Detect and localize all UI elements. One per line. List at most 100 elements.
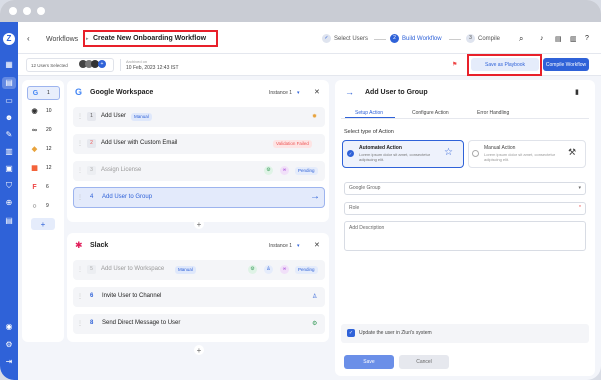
arrow-right-icon[interactable]: → xyxy=(310,191,320,202)
zluri-logo[interactable]: Z xyxy=(3,33,15,45)
report-icon[interactable]: ▤ xyxy=(4,216,14,226)
app-icon: ◉ xyxy=(31,108,38,115)
document-icon[interactable]: ▥ xyxy=(570,35,577,43)
google-icon: G xyxy=(32,90,39,97)
profile-icon[interactable]: ◉ xyxy=(4,322,14,332)
script-icon: ⚙ xyxy=(248,265,257,274)
step-divider xyxy=(374,39,386,40)
bell-icon[interactable]: ♪ xyxy=(540,35,544,42)
chevron-down-icon[interactable]: ▾ xyxy=(297,243,300,249)
window-maximize-dot[interactable] xyxy=(37,7,45,15)
close-icon[interactable]: ✕ xyxy=(314,88,320,96)
update-user-checkbox[interactable]: ✓ xyxy=(347,329,355,337)
add-app-button[interactable]: + xyxy=(31,218,55,230)
drag-handle-icon[interactable]: ⋮ xyxy=(77,266,83,273)
google-group-placeholder: Google Group xyxy=(349,185,381,191)
search-icon[interactable]: ⌕ xyxy=(519,34,523,44)
app-action-count: 9 xyxy=(46,203,49,209)
tab-setup-action[interactable]: Setup Action xyxy=(355,110,383,116)
drag-handle-icon[interactable]: ⋮ xyxy=(77,293,83,300)
step-1-label[interactable]: Select Users xyxy=(334,36,368,42)
step-2-marker: 2 xyxy=(390,34,399,43)
add-action-button[interactable]: + xyxy=(194,219,204,229)
hammer-icon: ⚒ xyxy=(568,147,577,157)
window-close-dot[interactable] xyxy=(9,7,17,15)
close-icon[interactable]: ✕ xyxy=(314,241,320,249)
sparkle-icon: ☆ xyxy=(444,147,453,158)
drag-handle-icon[interactable]: ⋮ xyxy=(77,113,83,120)
app-item-4[interactable]: ◆ 12 xyxy=(27,143,60,157)
monitor-icon[interactable]: ▭ xyxy=(4,96,14,106)
card-title: Google Workspace xyxy=(90,89,154,96)
trash-icon[interactable]: ▮ xyxy=(575,88,579,96)
add-action-button[interactable]: + xyxy=(194,345,204,355)
compile-workflow-button[interactable]: Compile Workflow xyxy=(543,58,589,71)
radio-unchecked-icon xyxy=(472,150,479,157)
action-label: Invite User to Channel xyxy=(102,293,162,299)
manual-action-desc: Lorem ipsum dolor sit amet, consectetur … xyxy=(484,152,556,162)
shield-icon[interactable]: ⛉ xyxy=(4,181,14,191)
warning-icon: ✹ xyxy=(312,114,318,120)
users-icon[interactable]: ☻ xyxy=(4,113,14,123)
workflows-icon[interactable]: ▤ xyxy=(4,78,14,88)
app-item-7[interactable]: ○ 9 xyxy=(27,200,60,214)
archived-label: Archived on xyxy=(126,59,148,64)
breadcrumb-caret-icon: ▸ xyxy=(86,36,89,42)
app-action-count: 1 xyxy=(47,90,50,96)
app-item-google-workspace[interactable]: G 1 xyxy=(27,86,60,100)
drag-handle-icon[interactable]: ⋮ xyxy=(77,320,83,327)
link-icon: ∞ xyxy=(280,265,289,274)
chart-icon[interactable]: ▥ xyxy=(4,147,14,157)
avatar-more[interactable]: + xyxy=(98,60,106,68)
action-number: 2 xyxy=(87,139,96,148)
script-icon: ⚙ xyxy=(312,321,318,327)
plus-circle-icon[interactable]: ⊕ xyxy=(4,198,14,208)
radio-checked-icon: ✓ xyxy=(347,150,354,157)
clipboard-icon[interactable]: ▤ xyxy=(555,35,562,43)
app-item-3[interactable]: ∞ 20 xyxy=(27,124,60,138)
drag-handle-icon[interactable]: ⋮ xyxy=(77,194,83,201)
step-2-label[interactable]: Build Workflow xyxy=(402,36,442,42)
manual-badge: Manual xyxy=(175,266,196,274)
role-input[interactable]: Role * xyxy=(344,202,586,215)
panel-title: Add User to Group xyxy=(365,89,428,96)
app-item-5[interactable]: ▦ 12 xyxy=(27,162,60,176)
tools-icon[interactable]: ✎ xyxy=(4,130,14,140)
back-icon[interactable]: ‹ xyxy=(27,34,30,43)
chevron-down-icon[interactable]: ▾ xyxy=(297,90,300,96)
save-button[interactable]: Save xyxy=(344,355,394,369)
app-icon: F xyxy=(32,184,37,191)
validation-failed-badge: Validation Failed xyxy=(273,140,312,148)
instance-dropdown[interactable]: Instance 1 xyxy=(269,243,292,249)
google-group-select[interactable]: Google Group ▾ xyxy=(344,182,586,195)
app-item-6[interactable]: F 6 xyxy=(27,181,60,195)
arrow-right-icon: → xyxy=(345,87,354,97)
divider xyxy=(120,59,121,71)
app-action-count: 6 xyxy=(46,184,49,190)
app-item-2[interactable]: ◉ 10 xyxy=(27,105,60,119)
action-number: 5 xyxy=(87,265,96,274)
action-label: Add User xyxy=(101,113,127,119)
action-number: 6 xyxy=(90,293,94,299)
instance-dropdown[interactable]: Instance 1 xyxy=(269,90,292,96)
user-icon: ♙ xyxy=(264,265,273,274)
cancel-button[interactable]: Cancel xyxy=(399,355,449,369)
flag-icon: ⚑ xyxy=(452,62,458,68)
action-number: 1 xyxy=(87,112,96,121)
description-textarea[interactable]: Add Description xyxy=(344,221,586,251)
app-icon: ∞ xyxy=(32,127,37,134)
help-icon[interactable]: ? xyxy=(585,35,589,42)
save-as-playbook-button[interactable]: Save as Playbook xyxy=(471,58,539,71)
tab-error-handling[interactable]: Error Handling xyxy=(477,110,509,116)
dashboard-icon[interactable]: ▦ xyxy=(4,60,14,70)
step-3-label[interactable]: Compile xyxy=(478,36,500,42)
settings-icon[interactable]: ⚙ xyxy=(4,340,14,350)
breadcrumb-parent[interactable]: Workflows xyxy=(46,36,78,43)
drag-handle-icon[interactable]: ⋮ xyxy=(77,140,83,147)
collapse-icon[interactable]: ⇥ xyxy=(4,357,14,367)
window-minimize-dot[interactable] xyxy=(23,7,31,15)
drag-handle-icon[interactable]: ⋮ xyxy=(77,167,83,174)
tab-configure-action[interactable]: Configure Action xyxy=(412,110,449,116)
bag-icon[interactable]: ▣ xyxy=(4,164,14,174)
page-title: Create New Onboarding Workflow xyxy=(93,35,207,42)
